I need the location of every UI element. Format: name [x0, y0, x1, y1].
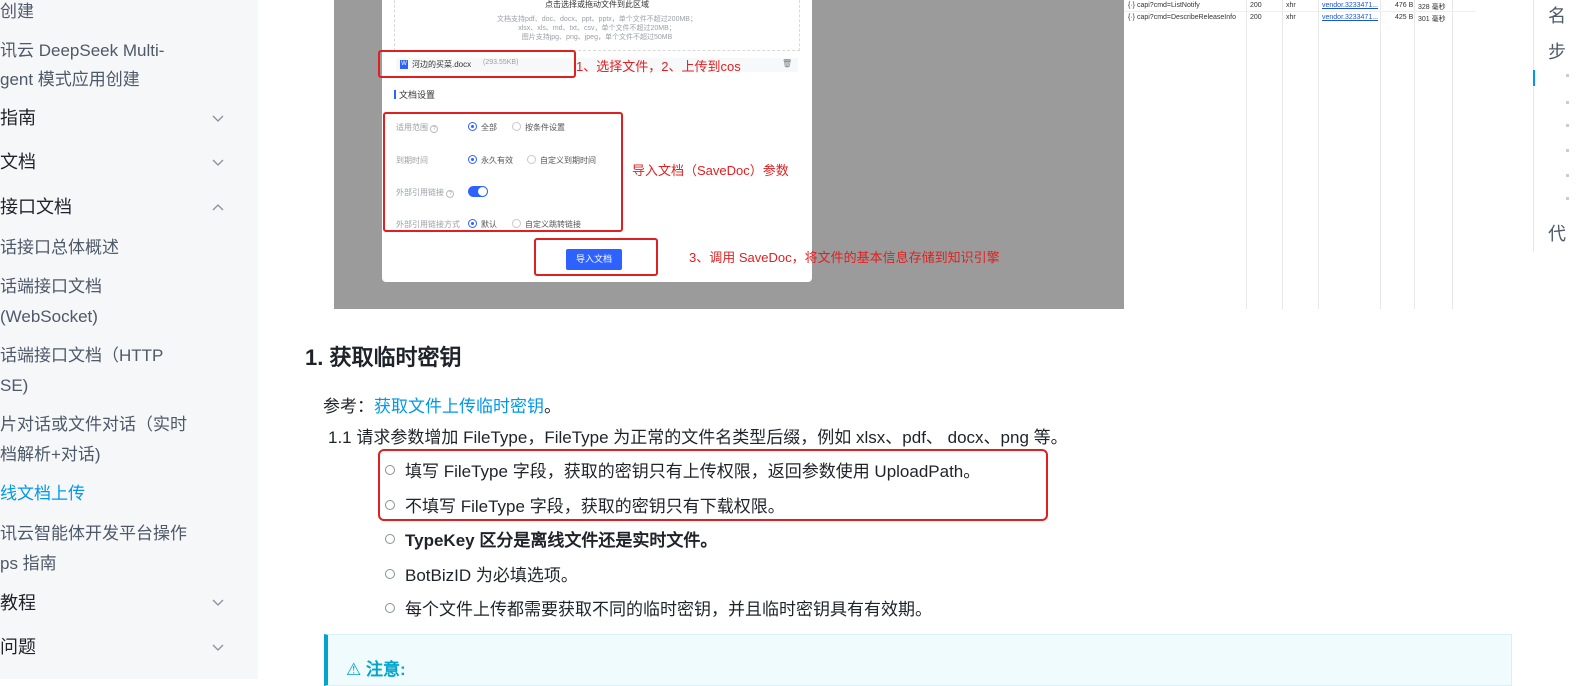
column-divider	[1282, 0, 1283, 309]
reference-line: 参考：获取文件上传临时密钥。	[323, 392, 561, 417]
chevron-up-icon[interactable]	[212, 203, 224, 211]
sidebar-section-tutorial[interactable]: 教程	[0, 589, 240, 618]
sidebar-section-api[interactable]: 接口文档	[0, 193, 240, 222]
sidebar-item[interactable]: 话端接口文档（HTTP	[0, 341, 240, 370]
temp-key-doc-link[interactable]: 获取文件上传临时密钥	[374, 397, 544, 416]
column-divider	[1452, 0, 1453, 309]
request-name: {·} capi?cmd=ListNotify	[1128, 2, 1200, 9]
column-divider	[1414, 0, 1415, 309]
list-item: 每个文件上传都需要获取不同的临时密钥，并且临时密钥具有有效期。	[385, 595, 932, 620]
sidebar-item[interactable]: SE)	[0, 371, 240, 400]
sidebar-nav: 创建 讯云 DeepSeek Multi- gent 模式应用创建 指南 文档 …	[0, 0, 258, 679]
highlight-box-file	[378, 50, 576, 78]
sidebar-section-docs[interactable]: 文档	[0, 148, 240, 177]
dropzone-hint: 文档支持pdf、doc、docx、ppt、pptx，单个文件不超过200MB；	[497, 16, 697, 23]
sidebar-item[interactable]: (WebSocket)	[0, 302, 240, 331]
reference-suffix: 。	[544, 397, 561, 416]
sidebar-item[interactable]: 话接口总体概述	[0, 233, 240, 262]
sidebar-item[interactable]: 片对话或文件对话（实时	[0, 410, 240, 439]
reference-prefix: 参考：	[323, 397, 374, 416]
toc-dot	[1566, 174, 1569, 177]
highlight-box-filetype	[378, 449, 1048, 521]
warning-icon: ⚠	[346, 660, 362, 679]
dropzone-hint: 图片支持jpg、png、jpeg，单个文件不超过50MB	[521, 34, 673, 41]
chevron-down-icon[interactable]	[212, 599, 224, 607]
chevron-down-icon[interactable]	[212, 644, 224, 652]
bullet-circle-icon	[385, 603, 395, 613]
sidebar-section-label: 文档	[0, 152, 36, 172]
toc-dot	[1566, 197, 1569, 200]
request-status: 200	[1250, 2, 1262, 9]
sidebar-item[interactable]: 讯云 DeepSeek Multi-	[0, 36, 240, 65]
network-row[interactable]: {·} capi?cmd=DescribeReleaseInfo 200 xhr…	[1124, 12, 1476, 23]
sidebar-section-label: 指南	[0, 108, 36, 128]
toc-dot	[1566, 101, 1569, 104]
sidebar-item[interactable]: 创建	[0, 0, 240, 26]
section-marker	[394, 90, 396, 99]
sidebar-section-label: 教程	[0, 593, 36, 613]
request-name: {·} capi?cmd=DescribeReleaseInfo	[1128, 14, 1236, 21]
toc-item[interactable]: 步	[1548, 38, 1566, 64]
toc-item[interactable]: 代	[1548, 220, 1566, 246]
trash-icon[interactable]: 🗑	[782, 59, 792, 68]
toc-active-marker	[1533, 70, 1535, 86]
request-status: 200	[1250, 14, 1262, 21]
request-initiator[interactable]: vendor.3233471...	[1322, 2, 1378, 9]
bullet-circle-icon	[385, 569, 395, 579]
section-heading: 1. 获取临时密钥	[305, 345, 462, 370]
chevron-down-icon[interactable]	[212, 115, 224, 123]
list-item-1-1: 1.1 请求参数增加 FileType，FileType 为正常的文件名类型后缀…	[328, 428, 1068, 447]
request-size: 425 B	[1395, 14, 1414, 21]
note-callout: ⚠ 注意:	[324, 634, 1512, 686]
dropzone-title: 点击选择或拖动文件到此区域	[545, 0, 649, 9]
dropzone-hint: xlsx、xls、md、txt、csv，单个文件不超过20MB；	[518, 25, 676, 32]
table-of-contents: 名 步 代	[1533, 0, 1586, 252]
embedded-screenshot: 点击选择或拖动文件到此区域 文档支持pdf、doc、docx、ppt、pptx，…	[334, 0, 1476, 309]
annotation-params: 导入文档（SaveDoc）参数	[632, 163, 789, 178]
annotation-savedoc: 3、调用 SaveDoc，将文件的基本信息存储到知识引擎	[689, 250, 1000, 265]
sidebar-item[interactable]: 话端接口文档	[0, 272, 240, 301]
sidebar-item[interactable]: gent 模式应用创建	[0, 65, 240, 94]
request-type: xhr	[1286, 2, 1296, 9]
sidebar-section-label: 问题	[0, 637, 36, 657]
column-divider	[1380, 0, 1381, 309]
note-title-row: ⚠ 注意:	[346, 660, 406, 679]
bullet-circle-icon	[385, 534, 395, 544]
annotation-upload: 1、选择文件，2、上传到cos	[576, 59, 741, 74]
network-panel: {·} capi?cmd=ListNotify 200 xhr vendor.3…	[1124, 0, 1476, 309]
request-time: 328 毫秒	[1418, 4, 1446, 11]
list-item: TypeKey 区分是离线文件还是实时文件。	[385, 526, 717, 551]
request-initiator[interactable]: vendor.3233471...	[1322, 14, 1378, 21]
request-time: 301 毫秒	[1418, 16, 1446, 23]
toc-dot	[1566, 74, 1569, 77]
list-item: BotBizID 为必填选项。	[385, 561, 578, 586]
section-title: 文档设置	[399, 90, 436, 100]
toc-dot	[1566, 149, 1569, 152]
sidebar-section-guide[interactable]: 指南	[0, 104, 240, 133]
sidebar-section-label: 接口文档	[0, 197, 72, 217]
highlight-box-import	[534, 238, 658, 276]
sidebar-item[interactable]: ps 指南	[0, 549, 240, 578]
chevron-down-icon[interactable]	[212, 159, 224, 167]
toc-item[interactable]: 名	[1548, 2, 1566, 28]
sidebar-section-faq[interactable]: 问题	[0, 633, 240, 662]
column-divider	[1318, 0, 1319, 309]
highlight-box-settings	[383, 112, 623, 232]
request-size: 476 B	[1395, 2, 1414, 9]
request-type: xhr	[1286, 14, 1296, 21]
network-row[interactable]: {·} capi?cmd=ListNotify 200 xhr vendor.3…	[1124, 0, 1476, 12]
upload-dropzone: 点击选择或拖动文件到此区域 文档支持pdf、doc、docx、ppt、pptx，…	[394, 0, 800, 51]
sidebar-item[interactable]: 档解析+对话)	[0, 440, 240, 469]
toc-dot	[1566, 124, 1569, 127]
column-divider	[1246, 0, 1247, 309]
sidebar-item-active[interactable]: 线文档上传	[0, 479, 240, 508]
sidebar-item[interactable]: 讯云智能体开发平台操作	[0, 519, 240, 548]
